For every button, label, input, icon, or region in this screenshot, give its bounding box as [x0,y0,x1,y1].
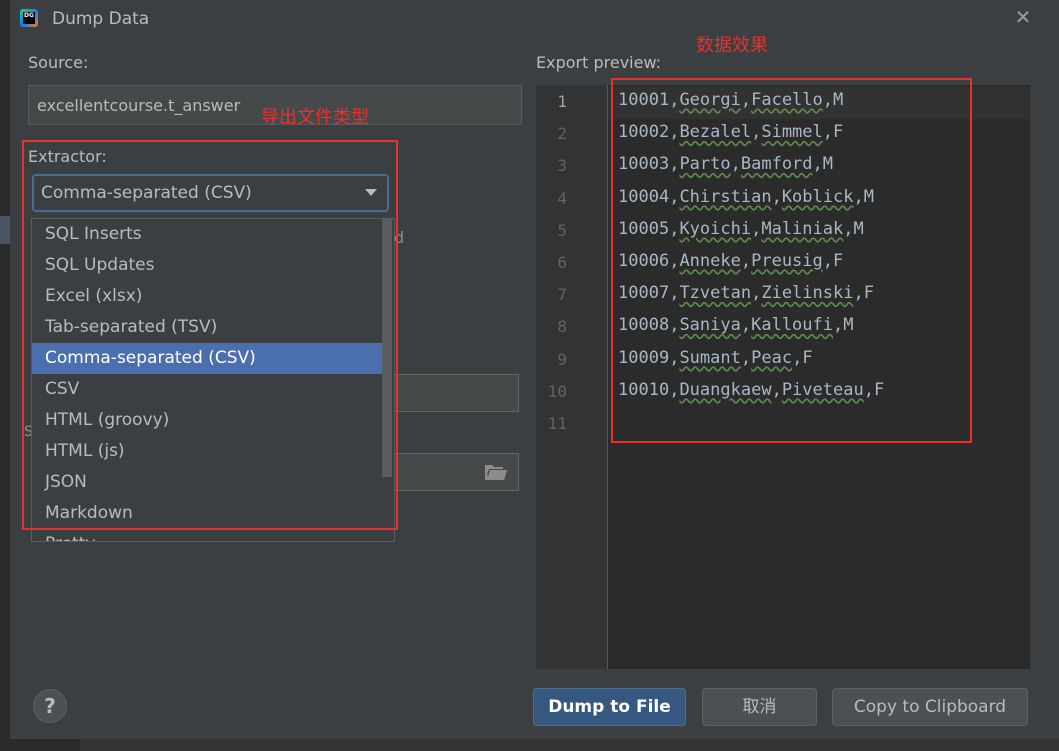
cancel-button[interactable]: 取消 [702,688,817,726]
annotation-data-effect: 数据效果 [696,35,768,56]
line-number: 1 [557,92,567,111]
background-window-edge [0,0,10,751]
annotation-box-extractor [22,140,398,530]
line-number: 6 [557,253,567,272]
line-number: 10 [547,381,567,401]
help-button[interactable]: ? [33,689,67,723]
title-bar: DG Dump Data ✕ [10,0,1059,38]
folder-icon[interactable] [484,462,508,482]
line-number: 9 [557,349,567,369]
line-number: 5 [557,220,567,240]
annotation-export-type: 导出文件类型 [261,107,369,128]
app-icon-text: DG [23,12,35,24]
background-selection-mark [0,216,10,244]
dump-data-dialog: DG Dump Data ✕ Source: excellentcourse.t… [0,0,1059,751]
copy-to-clipboard-button[interactable]: Copy to Clipboard [832,688,1028,726]
dialog-title: Dump Data [52,9,150,29]
close-icon[interactable]: ✕ [1012,6,1034,28]
export-preview-label: Export preview: [536,53,662,72]
background-window-bottom [0,739,1059,751]
annotation-box-preview [611,78,972,443]
line-number-gutter: 1 2 3 4 5 6 7 8 9 10 11 [536,85,608,669]
line-number: 11 [547,414,567,433]
line-number: 4 [557,188,567,208]
source-label: Source: [28,53,89,72]
help-icon: ? [44,694,56,718]
line-number: 2 [557,124,567,144]
datagrip-icon: DG [20,9,38,27]
line-number: 8 [557,317,567,337]
line-number: 7 [557,285,567,305]
background-text-field[interactable] [394,374,519,412]
line-number: 3 [557,156,567,176]
dump-to-file-button[interactable]: Dump to File [533,688,686,726]
dropdown-item-pretty[interactable]: Pretty [32,529,382,541]
